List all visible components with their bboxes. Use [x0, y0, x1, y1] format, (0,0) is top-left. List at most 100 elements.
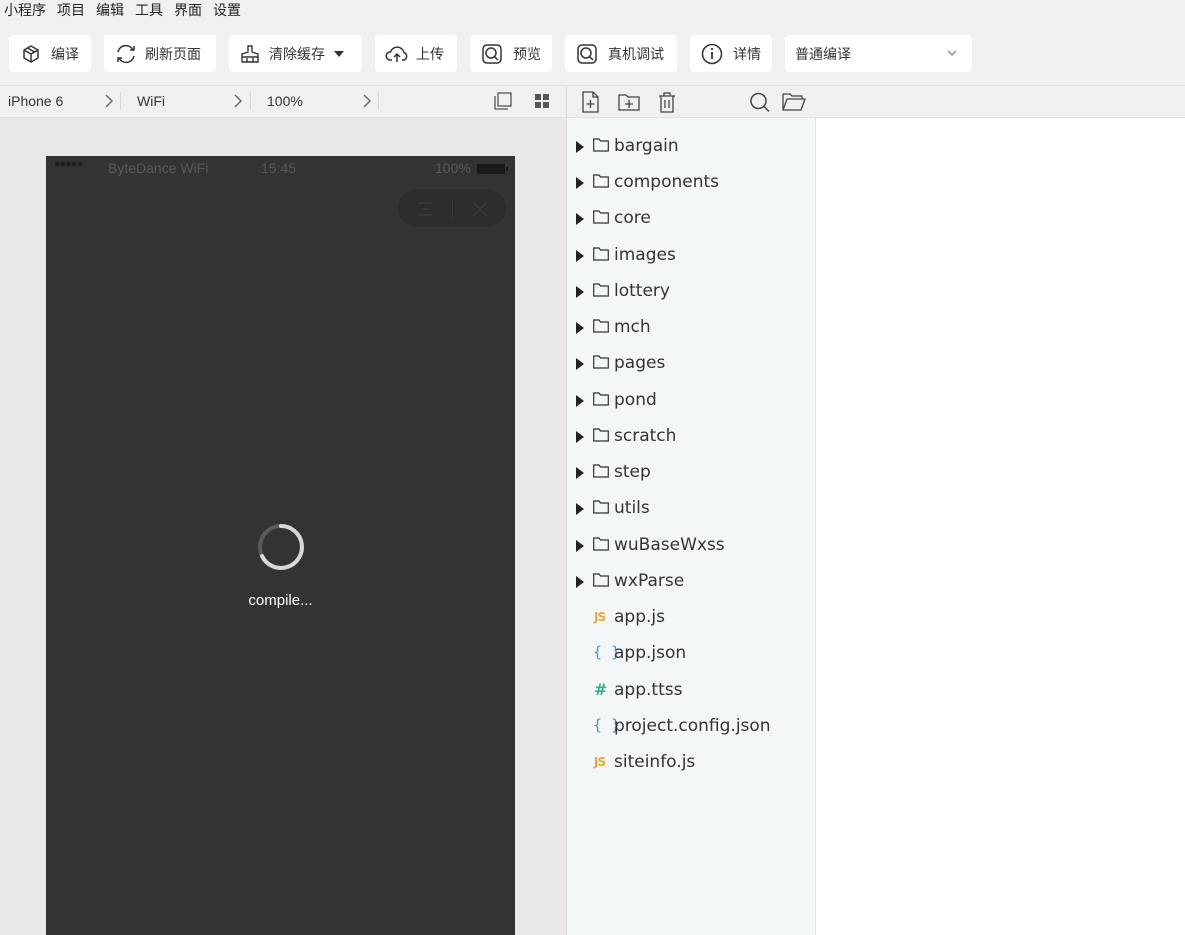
new-folder-icon[interactable]: [618, 91, 640, 113]
cube-icon: [23, 44, 39, 63]
tree-file[interactable]: { } app.json: [567, 639, 815, 669]
tree-file[interactable]: # app.ttss: [567, 676, 815, 706]
folder-icon: [593, 573, 609, 587]
tree-folder[interactable]: images: [567, 241, 815, 271]
loading-spinner-icon: [258, 524, 304, 570]
file-name: app.json: [614, 643, 687, 663]
carrier-name: ByteDance WiFi: [108, 160, 209, 176]
device-select[interactable]: iPhone 6: [8, 86, 63, 117]
broom-icon: [241, 44, 259, 63]
menu-item-tools[interactable]: 工具: [130, 0, 168, 22]
delete-icon[interactable]: [658, 91, 676, 113]
folder-name: pages: [614, 353, 666, 373]
tree-folder[interactable]: scratch: [567, 422, 815, 452]
upload-label: 上传: [416, 46, 444, 63]
tree-file[interactable]: JS app.js: [567, 603, 815, 633]
folder-icon: [593, 464, 609, 478]
zoom-select[interactable]: 100%: [267, 86, 303, 117]
folder-icon: [593, 428, 609, 442]
close-icon[interactable]: [471, 200, 489, 218]
file-name: siteinfo.js: [614, 752, 696, 772]
expand-arrow-icon[interactable]: [576, 576, 584, 588]
menu-item-project[interactable]: 项目: [52, 0, 90, 22]
compile-mode-select[interactable]: 普通编译: [785, 35, 972, 72]
phone-screen[interactable]: ●●●●● ByteDance WiFi 15:45 100% compile.…: [46, 156, 515, 935]
cloud-upload-icon: [385, 45, 408, 62]
chevron-right-icon[interactable]: [104, 94, 114, 108]
refresh-label: 刷新页面: [145, 46, 201, 63]
loading-text: compile...: [248, 592, 313, 609]
folder-name: core: [614, 208, 651, 228]
search-icon[interactable]: [749, 91, 771, 113]
js-file-icon: JS: [594, 755, 606, 769]
expand-arrow-icon[interactable]: [576, 540, 584, 552]
folder-name: utils: [614, 498, 650, 518]
tree-folder[interactable]: lottery: [567, 277, 815, 307]
refresh-button[interactable]: 刷新页面: [104, 35, 216, 72]
details-button[interactable]: 详情: [690, 35, 772, 72]
menu-capsule[interactable]: [397, 188, 507, 228]
tree-folder[interactable]: mch: [567, 313, 815, 343]
grid-icon[interactable]: [534, 93, 550, 109]
folder-name: mch: [614, 317, 651, 337]
network-select[interactable]: WiFi: [137, 86, 165, 117]
chevron-right-icon[interactable]: [233, 94, 243, 108]
expand-arrow-icon[interactable]: [576, 431, 584, 443]
caret-down-icon[interactable]: [333, 50, 345, 58]
expand-arrow-icon[interactable]: [576, 322, 584, 334]
chevron-right-icon[interactable]: [362, 94, 372, 108]
expand-arrow-icon[interactable]: [576, 213, 584, 225]
menu-icon[interactable]: [416, 201, 434, 217]
expand-arrow-icon[interactable]: [576, 250, 584, 262]
capsule-divider: [452, 199, 453, 219]
editor-area[interactable]: [816, 118, 1185, 935]
tree-folder[interactable]: bargain: [567, 132, 815, 162]
tree-folder[interactable]: wuBaseWxss: [567, 531, 815, 561]
tree-folder[interactable]: components: [567, 168, 815, 198]
compile-label: 编译: [51, 46, 79, 63]
remote-debug-icon: [577, 43, 597, 64]
expand-arrow-icon[interactable]: [576, 286, 584, 298]
tree-file[interactable]: JS siteinfo.js: [567, 748, 815, 778]
new-file-icon[interactable]: [580, 91, 600, 113]
tree-folder[interactable]: wxParse: [567, 567, 815, 597]
tree-folder[interactable]: pond: [567, 386, 815, 416]
chevron-down-icon: [947, 50, 957, 56]
copy-window-icon[interactable]: [494, 92, 512, 110]
menu-item-miniprogram[interactable]: 小程序: [0, 0, 51, 22]
divider: [378, 92, 379, 110]
preview-button[interactable]: 预览: [470, 35, 552, 72]
expand-arrow-icon[interactable]: [576, 395, 584, 407]
file-name: app.ttss: [614, 680, 683, 700]
expand-arrow-icon[interactable]: [576, 467, 584, 479]
clear-cache-button[interactable]: 清除缓存: [229, 35, 362, 72]
remote-debug-button[interactable]: 真机调试: [565, 35, 677, 72]
folder-icon: [593, 210, 609, 224]
folder-icon: [593, 319, 609, 333]
details-label: 详情: [733, 46, 761, 63]
battery-percent: 100%: [435, 160, 471, 176]
upload-button[interactable]: 上传: [375, 35, 457, 72]
tree-folder[interactable]: pages: [567, 349, 815, 379]
open-folder-icon[interactable]: [782, 91, 806, 113]
tree-file[interactable]: { } project.config.json: [567, 712, 815, 742]
expand-arrow-icon[interactable]: [576, 503, 584, 515]
divider: [250, 92, 251, 110]
expand-arrow-icon[interactable]: [576, 141, 584, 153]
menu-item-view[interactable]: 界面: [169, 0, 207, 22]
folder-name: images: [614, 245, 676, 265]
tree-folder[interactable]: utils: [567, 494, 815, 524]
menu-item-settings[interactable]: 设置: [208, 0, 246, 22]
expand-arrow-icon[interactable]: [576, 177, 584, 189]
status-time: 15:45: [261, 160, 297, 176]
expand-arrow-icon[interactable]: [576, 358, 584, 370]
tree-folder[interactable]: step: [567, 458, 815, 488]
folder-name: wxParse: [614, 571, 685, 591]
compile-button[interactable]: 编译: [9, 35, 91, 72]
folder-name: step: [614, 462, 651, 482]
menu-item-edit[interactable]: 编辑: [91, 0, 129, 22]
tree-folder[interactable]: core: [567, 204, 815, 234]
folder-icon: [593, 537, 609, 551]
folder-icon: [593, 392, 609, 406]
file-name: project.config.json: [614, 716, 771, 736]
